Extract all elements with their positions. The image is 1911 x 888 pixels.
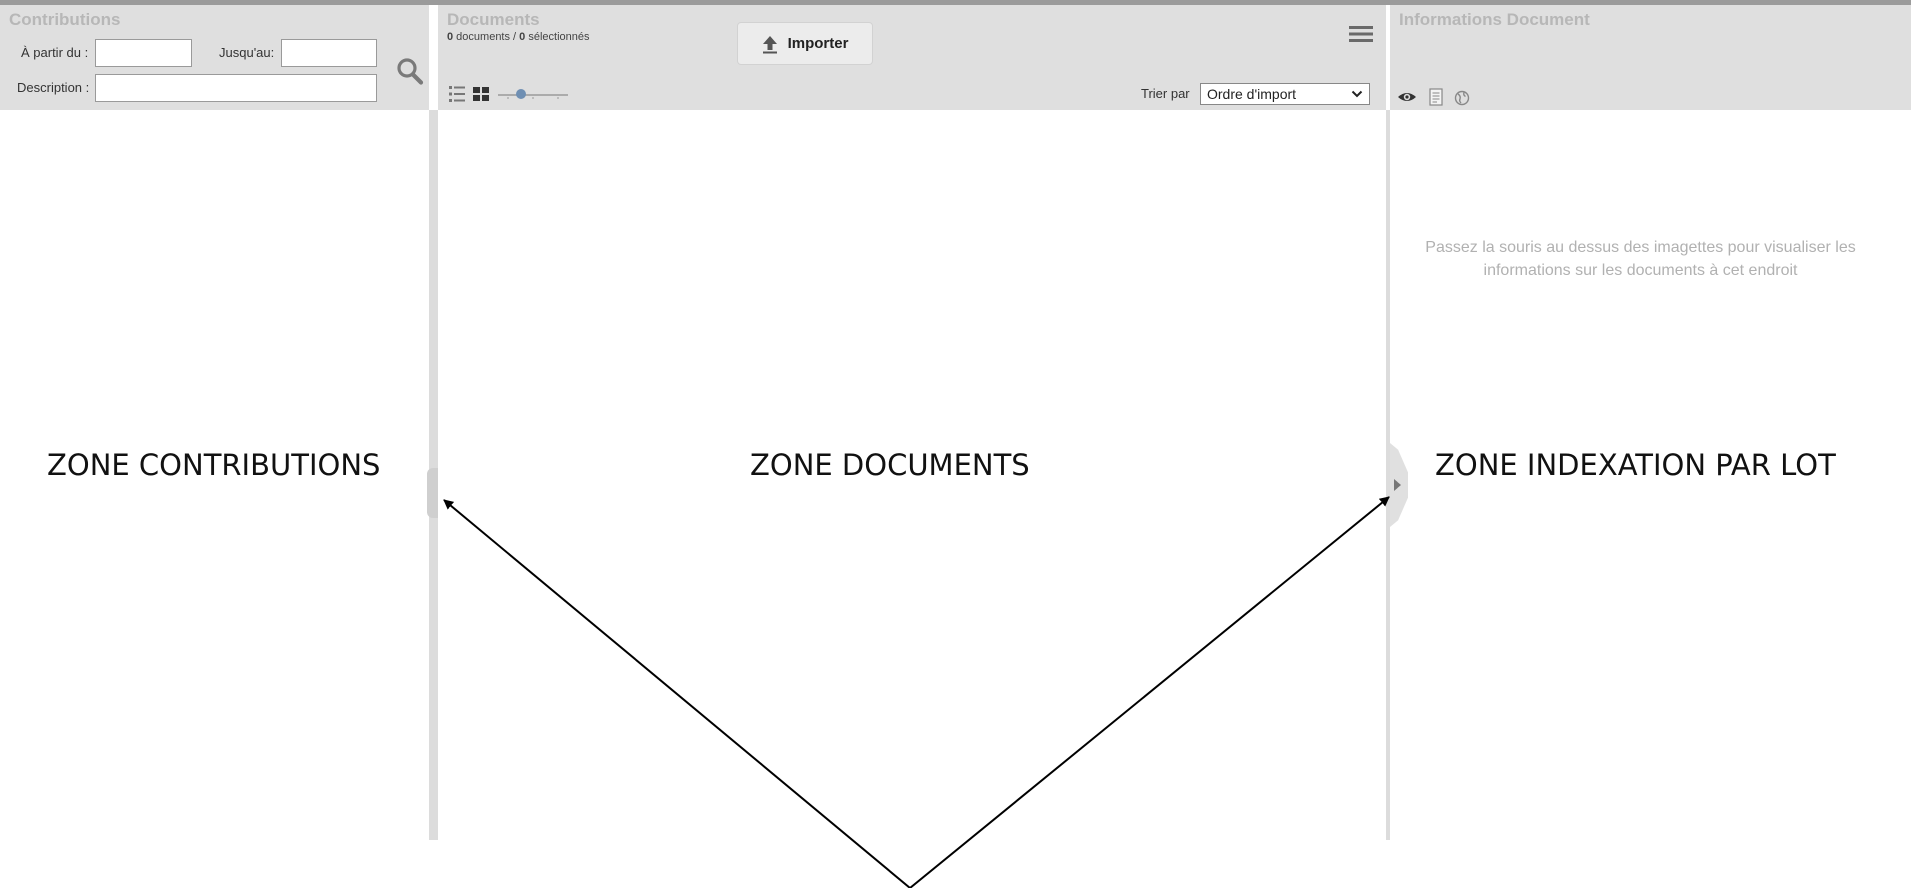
search-icon <box>397 58 424 85</box>
zone-contributions-label: ZONE CONTRIBUTIONS <box>47 448 381 482</box>
preview-tab[interactable] <box>1397 88 1417 106</box>
info-hint-text: Passez la souris au dessus des imagettes… <box>1425 239 1856 279</box>
description-label: Description : <box>17 80 90 95</box>
list-view-button[interactable] <box>448 85 466 103</box>
documents-menu-button[interactable] <box>1348 23 1374 45</box>
from-date-input[interactable] <box>95 39 192 67</box>
zone-documents-label: ZONE DOCUMENTS <box>750 448 1030 482</box>
import-button-label: Importer <box>787 35 849 52</box>
document-count-text: documents / <box>453 31 520 43</box>
document-count: 0 documents / 0 sélectionnés <box>447 31 590 43</box>
eye-icon <box>1398 93 1416 101</box>
contributions-panel-header: Contributions À partir du : Jusqu'au: De… <box>0 5 429 110</box>
to-date-input[interactable] <box>281 39 377 67</box>
geolocation-tab[interactable] <box>1452 88 1472 106</box>
grid-view-button[interactable] <box>472 85 490 103</box>
annotation-arrows <box>443 496 1390 888</box>
grid-view-icon <box>473 87 489 101</box>
zoom-slider-track <box>498 89 568 99</box>
documents-title: Documents <box>447 10 540 29</box>
right-collapse-handle[interactable] <box>1390 443 1408 527</box>
left-collapse-handle[interactable] <box>427 468 438 518</box>
chevron-down-icon <box>1351 90 1363 98</box>
document-selected-text: sélectionnés <box>525 31 590 43</box>
right-panel-splitter[interactable] <box>1386 110 1390 840</box>
sort-select-value: Ordre d'import <box>1207 86 1297 102</box>
zoom-slider-thumb[interactable] <box>516 89 526 99</box>
import-button[interactable]: Importer <box>737 22 873 65</box>
search-button[interactable] <box>395 55 425 87</box>
to-date-label: Jusqu'au: <box>219 45 275 60</box>
info-panel-header: Informations Document <box>1390 5 1911 110</box>
description-input[interactable] <box>95 74 377 102</box>
zone-indexation-label: ZONE INDEXATION PAR LOT <box>1435 448 1836 482</box>
arrow-to-left-splitter <box>443 499 911 888</box>
info-title: Informations Document <box>1399 10 1590 29</box>
upload-icon <box>762 35 777 53</box>
document-details-tab[interactable] <box>1426 88 1446 106</box>
sort-label: Trier par <box>1141 86 1190 101</box>
document-icon <box>1429 88 1443 106</box>
chevron-right-icon <box>1394 479 1401 491</box>
arrow-to-right-splitter <box>909 496 1390 888</box>
globe-icon <box>1454 90 1470 106</box>
from-date-label: À partir du : <box>21 45 89 60</box>
thumbnail-zoom-slider[interactable] <box>498 88 568 102</box>
contributions-title: Contributions <box>9 10 121 29</box>
hamburger-menu-icon <box>1349 26 1373 42</box>
documents-panel-header: Documents 0 documents / 0 sélectionnés I… <box>438 5 1386 110</box>
sort-select[interactable]: Ordre d'import <box>1200 83 1370 105</box>
list-view-icon <box>449 86 465 102</box>
